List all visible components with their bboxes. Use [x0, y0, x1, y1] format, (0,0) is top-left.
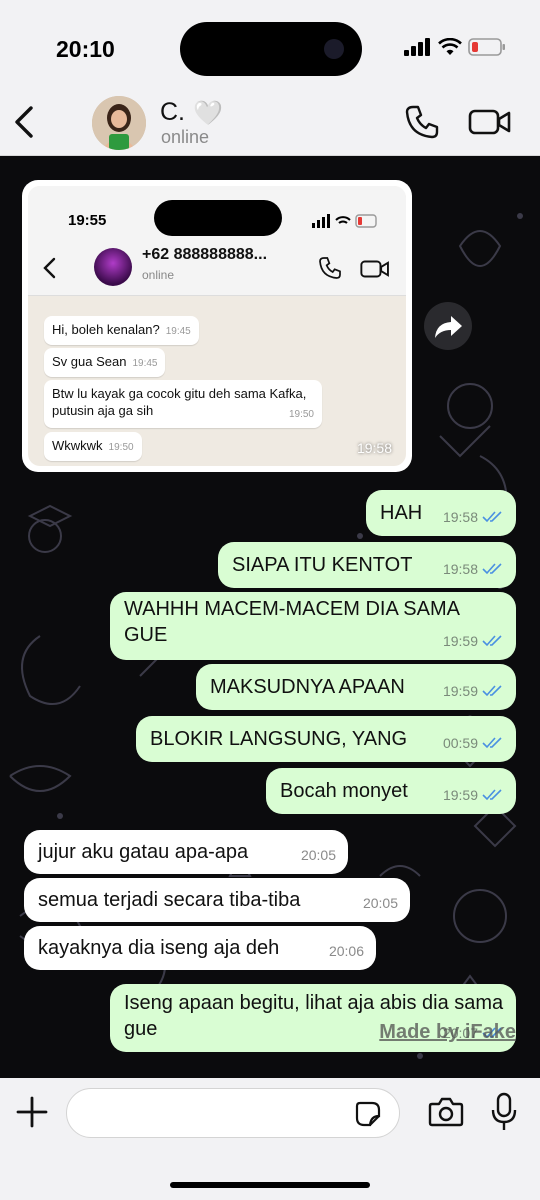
image-message[interactable]: 19:55 +62 888888888... online Hi, boleh … [22, 180, 412, 472]
microphone-icon[interactable] [490, 1092, 518, 1132]
message-time: 20:05 [300, 847, 336, 863]
message-bubble-outgoing[interactable]: Bocah monyet 19:59 [266, 768, 516, 814]
read-receipt-icon [482, 563, 502, 575]
message-bubble-incoming[interactable]: jujur aku gatau apa-apa 20:05 [24, 830, 348, 874]
embedded-message: Wkwkwk 19:50 [44, 432, 142, 461]
status-icons [404, 38, 506, 56]
message-bubble-outgoing[interactable]: HAH 19:58 [366, 490, 516, 536]
embedded-contact: +62 888888888... [142, 246, 268, 263]
message-bubble-outgoing[interactable]: BLOKIR LANGSUNG, YANG 00:59 [136, 716, 516, 762]
forward-icon [435, 316, 462, 338]
chat-header: C. 🤍 online [0, 90, 540, 156]
message-time: 19:59 [442, 633, 478, 649]
embedded-screenshot[interactable]: 19:55 +62 888888888... online Hi, boleh … [28, 186, 406, 466]
message-time: 20:05 [362, 895, 398, 911]
embedded-status-icons [312, 214, 377, 228]
back-chevron-icon[interactable] [10, 104, 40, 140]
embedded-back-icon [43, 257, 56, 279]
status-bar: 20:10 [0, 0, 540, 90]
read-receipt-icon [482, 511, 502, 523]
contact-status: online [161, 127, 210, 147]
message-text: jujur aku gatau apa-apa [38, 841, 249, 863]
chat-area[interactable]: 19:55 +62 888888888... online Hi, boleh … [0, 156, 540, 1078]
dynamic-island [180, 22, 362, 76]
video-call-icon[interactable] [468, 106, 512, 138]
input-bar [0, 1078, 540, 1200]
sticker-icon[interactable] [355, 1101, 381, 1127]
home-indicator[interactable] [170, 1182, 370, 1188]
read-receipt-icon [482, 737, 502, 749]
embedded-message: Sv gua Sean 19:45 [44, 348, 166, 377]
message-bubble-outgoing[interactable]: SIAPA ITU KENTOT 19:58 [218, 542, 516, 588]
read-receipt-icon [482, 685, 502, 697]
message-bubble-incoming[interactable]: semua terjadi secara tiba-tiba 20:05 [24, 878, 410, 922]
white-heart-emoji: 🤍 [193, 98, 223, 127]
watermark: Made by iFake [379, 1021, 516, 1043]
contact-name-text: C. [160, 98, 185, 126]
message-input[interactable] [66, 1088, 400, 1138]
message-time: 20:06 [328, 943, 364, 959]
camera-icon[interactable] [428, 1096, 464, 1128]
plus-icon[interactable] [14, 1094, 50, 1130]
embedded-status-time: 19:55 [68, 212, 107, 229]
message-time: 19:59 [442, 683, 478, 699]
embedded-avatar [94, 248, 132, 286]
contact-name[interactable]: C. 🤍 [160, 98, 223, 127]
message-time: 19:58 [442, 509, 478, 525]
message-text: kayaknya dia iseng aja deh [38, 937, 280, 959]
message-time: 19:59 [442, 787, 478, 803]
battery-icon [468, 38, 505, 56]
message-bubble-incoming[interactable]: kayaknya dia iseng aja deh 20:06 [24, 926, 376, 970]
message-time: 19:58 [442, 561, 478, 577]
wifi-icon [438, 38, 462, 55]
forward-button[interactable] [424, 302, 472, 350]
embedded-video-icon [360, 260, 389, 278]
message-text: semua terjadi secara tiba-tiba [38, 889, 301, 911]
image-message-time: 19:58 [356, 440, 392, 456]
read-receipt-icon [482, 635, 502, 647]
message-bubble-outgoing[interactable]: WAHHH MACEM-MACEM DIA SAMA GUE 19:59 [110, 592, 516, 660]
embedded-message: Hi, boleh kenalan? 19:45 [44, 316, 199, 345]
embedded-message: Btw lu kayak ga cocok gitu deh sama Kafk… [44, 380, 322, 428]
embedded-phone-icon [319, 257, 341, 279]
status-time: 20:10 [56, 36, 115, 62]
message-time: 00:59 [442, 735, 478, 751]
phone-icon[interactable] [404, 104, 440, 140]
message-bubble-outgoing[interactable]: MAKSUDNYA APAAN 19:59 [196, 664, 516, 710]
read-receipt-icon [482, 789, 502, 801]
avatar[interactable] [92, 96, 146, 150]
embedded-status: online [142, 268, 175, 282]
signal-icon [404, 38, 430, 56]
